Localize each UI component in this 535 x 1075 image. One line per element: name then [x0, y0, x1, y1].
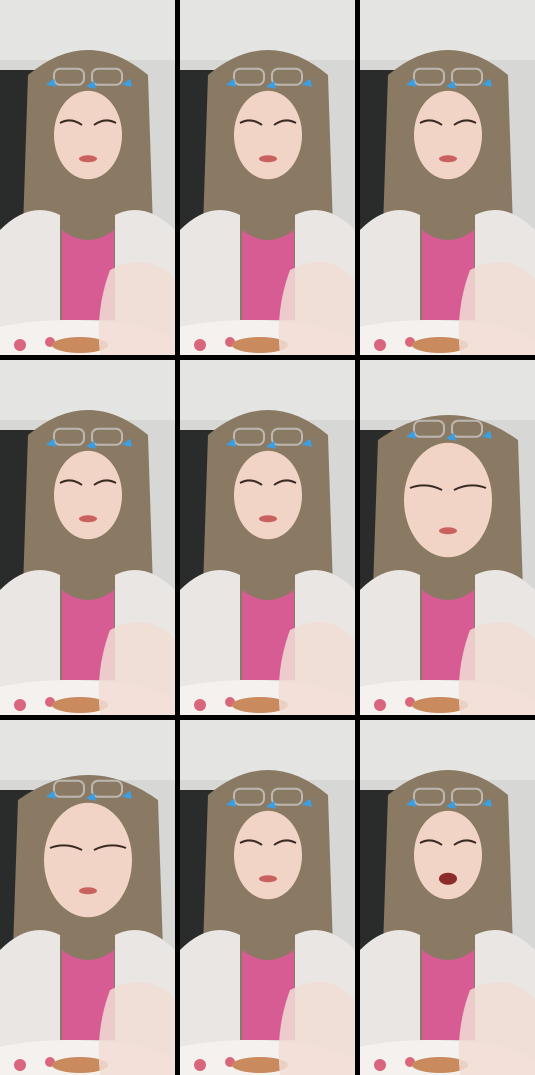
- face: [44, 802, 132, 918]
- plate-flower: [194, 1059, 206, 1071]
- mouth: [79, 887, 97, 895]
- face: [404, 442, 492, 558]
- video-frame-grid: [0, 0, 535, 1075]
- gloved-hand: [278, 262, 355, 355]
- gloved-hand: [458, 262, 535, 355]
- face: [54, 450, 122, 540]
- mouth: [439, 872, 457, 885]
- frame-1: [0, 0, 175, 355]
- frame-8: [180, 720, 355, 1075]
- mouth: [259, 515, 277, 523]
- plate-flower: [374, 339, 386, 351]
- gloved-hand: [98, 262, 175, 355]
- mouth: [259, 875, 277, 883]
- frame-5: [180, 360, 355, 715]
- face: [54, 90, 122, 180]
- face: [414, 90, 482, 180]
- frame-3: [360, 0, 535, 355]
- ceiling: [0, 720, 175, 780]
- frame-7: [0, 720, 175, 1075]
- gloved-hand: [98, 622, 175, 715]
- plate-flower: [14, 1059, 26, 1071]
- plate-flower: [194, 339, 206, 351]
- gloved-hand: [278, 622, 355, 715]
- mouth: [439, 155, 457, 163]
- plate-flower: [374, 699, 386, 711]
- face: [234, 90, 302, 180]
- frame-2: [180, 0, 355, 355]
- face: [234, 810, 302, 900]
- gloved-hand: [278, 982, 355, 1075]
- face: [234, 450, 302, 540]
- gloved-hand: [98, 982, 175, 1075]
- mouth: [79, 515, 97, 523]
- face: [414, 810, 482, 900]
- plate-flower: [14, 699, 26, 711]
- frame-4: [0, 360, 175, 715]
- plate-flower: [14, 339, 26, 351]
- mouth: [79, 155, 97, 163]
- ceiling: [360, 360, 535, 420]
- frame-9: [360, 720, 535, 1075]
- gloved-hand: [458, 982, 535, 1075]
- plate-flower: [194, 699, 206, 711]
- mouth: [259, 155, 277, 163]
- gloved-hand: [458, 622, 535, 715]
- mouth: [439, 527, 457, 535]
- frame-6: [360, 360, 535, 715]
- plate-flower: [374, 1059, 386, 1071]
